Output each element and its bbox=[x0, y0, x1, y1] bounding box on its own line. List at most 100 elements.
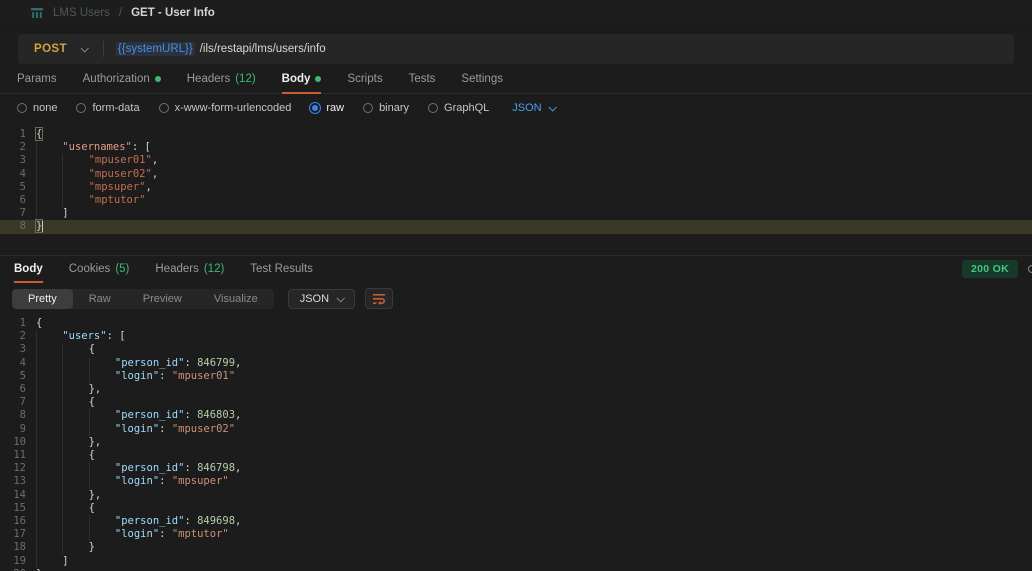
status-badge: 200 OK bbox=[962, 260, 1018, 278]
radio-binary[interactable]: binary bbox=[363, 102, 409, 114]
view-visualize[interactable]: Visualize bbox=[198, 289, 274, 309]
view-preview[interactable]: Preview bbox=[127, 289, 198, 309]
language-label: JSON bbox=[512, 102, 541, 114]
code-content: "person_id": 846798, bbox=[36, 462, 241, 475]
radio-form-data[interactable]: form-data bbox=[76, 102, 139, 114]
tab-tests[interactable]: Tests bbox=[409, 64, 436, 93]
tab-headers[interactable]: Headers (12) bbox=[187, 64, 256, 93]
code-line: 4 "person_id": 846799, bbox=[0, 357, 1032, 370]
chevron-down-icon bbox=[548, 103, 556, 111]
breadcrumb-separator: / bbox=[119, 7, 122, 19]
url-input[interactable]: /ils/restapi/lms/users/info bbox=[200, 43, 326, 55]
code-line: 14 }, bbox=[0, 489, 1032, 502]
radio-icon bbox=[17, 103, 27, 113]
radio-label: none bbox=[33, 102, 57, 114]
radio-raw[interactable]: raw bbox=[310, 102, 344, 114]
radio-icon bbox=[76, 103, 86, 113]
line-number: 12 bbox=[0, 462, 36, 475]
tab-settings[interactable]: Settings bbox=[461, 64, 503, 93]
tab-count: (5) bbox=[115, 263, 129, 275]
tab-count: (12) bbox=[204, 263, 224, 275]
code-content: "login": "mpuser01" bbox=[36, 370, 235, 383]
line-number: 13 bbox=[0, 475, 36, 488]
response-tab-body[interactable]: Body bbox=[14, 256, 43, 282]
line-number: 18 bbox=[0, 541, 36, 554]
tab-label: Headers bbox=[155, 263, 198, 275]
request-url-bar: POST {{systemURL}} /ils/restapi/lms/user… bbox=[18, 34, 1014, 64]
line-number: 16 bbox=[0, 515, 36, 528]
url-variable-chip[interactable]: {{systemURL}} bbox=[116, 42, 195, 56]
method-selector[interactable]: POST bbox=[18, 43, 81, 55]
view-pretty[interactable]: Pretty bbox=[12, 289, 73, 309]
code-line: 7 { bbox=[0, 396, 1032, 409]
code-line: 7 ] bbox=[0, 207, 1032, 220]
tab-body[interactable]: Body bbox=[282, 64, 322, 93]
response-tab-test-results[interactable]: Test Results bbox=[250, 256, 313, 282]
line-number: 1 bbox=[0, 317, 36, 330]
code-content: { bbox=[36, 317, 42, 330]
line-number: 14 bbox=[0, 489, 36, 502]
radio-icon bbox=[159, 103, 169, 113]
code-line: 8} bbox=[0, 220, 1032, 233]
radio-label: raw bbox=[326, 102, 344, 114]
radio-graphql[interactable]: GraphQL bbox=[428, 102, 489, 114]
tab-params[interactable]: Params bbox=[17, 64, 57, 93]
breadcrumb-request-name: GET - User Info bbox=[131, 7, 215, 19]
tab-authorization[interactable]: Authorization bbox=[83, 64, 161, 93]
code-content: "mpsuper", bbox=[36, 181, 152, 194]
response-language-dropdown[interactable]: JSON bbox=[288, 289, 355, 309]
line-number: 7 bbox=[0, 207, 36, 220]
code-content: ] bbox=[36, 207, 69, 220]
line-number: 6 bbox=[0, 383, 36, 396]
code-content: "login": "mptutor" bbox=[36, 528, 229, 541]
text-caret bbox=[42, 221, 43, 232]
code-line: 1{ bbox=[0, 317, 1032, 330]
request-body-editor[interactable]: 1{2 "usernames": [3 "mpuser01",4 "mpuser… bbox=[0, 121, 1032, 255]
breadcrumb-collection[interactable]: LMS Users bbox=[53, 7, 110, 19]
code-line: 10 }, bbox=[0, 436, 1032, 449]
wrap-lines-button[interactable] bbox=[365, 288, 393, 309]
code-content: { bbox=[36, 449, 95, 462]
radio-selected-icon bbox=[310, 103, 320, 113]
request-language-dropdown[interactable]: JSON bbox=[512, 102, 554, 114]
code-line: 6 }, bbox=[0, 383, 1032, 396]
tab-label: Cookies bbox=[69, 263, 111, 275]
response-body-editor[interactable]: 1{2 "users": [3 {4 "person_id": 846799,5… bbox=[0, 313, 1032, 571]
code-line: 6 "mptutor" bbox=[0, 194, 1032, 207]
code-content: } bbox=[36, 541, 95, 554]
line-number: 19 bbox=[0, 555, 36, 568]
line-number: 8 bbox=[0, 220, 36, 233]
active-tab-underline bbox=[282, 92, 322, 94]
tab-scripts[interactable]: Scripts bbox=[347, 64, 382, 93]
tab-label: Body bbox=[14, 263, 43, 275]
view-raw[interactable]: Raw bbox=[73, 289, 127, 309]
tab-label: Body bbox=[282, 73, 311, 85]
chevron-down-icon[interactable] bbox=[80, 44, 88, 52]
line-number: 15 bbox=[0, 502, 36, 515]
response-tab-cookies[interactable]: Cookies (5) bbox=[69, 256, 130, 282]
code-line: 3 { bbox=[0, 343, 1032, 356]
response-toolbar: Pretty Raw Preview Visualize JSON bbox=[0, 282, 1032, 313]
code-content: }, bbox=[36, 436, 101, 449]
code-content: }, bbox=[36, 383, 101, 396]
collection-icon bbox=[30, 6, 44, 20]
line-number: 10 bbox=[0, 436, 36, 449]
line-number: 7 bbox=[0, 396, 36, 409]
radio-x-www-form-urlencoded[interactable]: x-www-form-urlencoded bbox=[159, 102, 292, 114]
line-number: 4 bbox=[0, 168, 36, 181]
radio-none[interactable]: none bbox=[17, 102, 57, 114]
radio-label: x-www-form-urlencoded bbox=[175, 102, 292, 114]
tab-label: Params bbox=[17, 73, 57, 85]
response-tab-headers[interactable]: Headers (12) bbox=[155, 256, 224, 282]
code-content: "person_id": 849698, bbox=[36, 515, 241, 528]
code-line: 2 "users": [ bbox=[0, 330, 1032, 343]
response-section: Body Cookies (5) Headers (12) Test Resul… bbox=[0, 255, 1032, 571]
radio-icon bbox=[428, 103, 438, 113]
line-number: 9 bbox=[0, 423, 36, 436]
code-line: 1{ bbox=[0, 128, 1032, 141]
code-content: "mptutor" bbox=[36, 194, 146, 207]
code-content: { bbox=[36, 343, 95, 356]
code-content: "person_id": 846803, bbox=[36, 409, 241, 422]
code-line: 8 "person_id": 846803, bbox=[0, 409, 1032, 422]
line-number: 2 bbox=[0, 330, 36, 343]
